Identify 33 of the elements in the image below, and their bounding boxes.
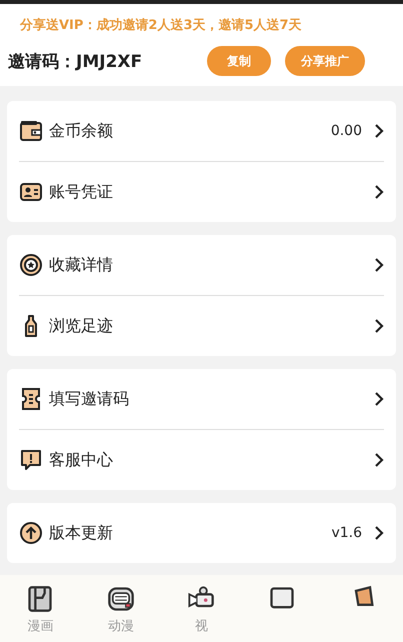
chevron-icon [374, 392, 384, 406]
wallet-icon [19, 119, 43, 143]
chevron-icon [374, 526, 384, 540]
promo-text: 分享送VIP：成功邀请2人送3天，邀请5人送7天 [18, 16, 303, 34]
menu-value: v1.6 [331, 525, 362, 541]
menu-label: 填写邀请码 [49, 388, 130, 410]
chevron-icon [374, 124, 384, 138]
menu-item[interactable]: 浏览足迹 [19, 295, 384, 356]
menu-item[interactable]: 填写邀请码 [19, 369, 384, 429]
chat-alert-icon [19, 448, 43, 472]
star-badge-icon [19, 253, 43, 277]
menu-label: 账号凭证 [49, 182, 114, 202]
chevron-icon [374, 258, 384, 272]
upload-icon [19, 521, 43, 545]
book-icon[interactable] [26, 585, 54, 613]
tv-icon[interactable] [106, 585, 135, 613]
menu-item[interactable]: 账号凭证 [19, 161, 384, 222]
menu-item[interactable]: 版本更新 v1.6 [19, 503, 384, 563]
id-card-icon [19, 180, 43, 204]
chevron-icon [374, 319, 384, 333]
chevron-icon [374, 453, 384, 467]
menu-item[interactable]: 金币余额 0.00 [19, 101, 384, 161]
menu-label: 金币余额 [49, 120, 114, 142]
menu-label: 收藏详情 [49, 254, 114, 276]
menu-item[interactable]: 客服中心 [19, 429, 384, 490]
ticket-icon [19, 387, 43, 411]
menu-label: 客服中心 [49, 450, 114, 470]
menu-item[interactable]: 收藏详情 [19, 235, 384, 295]
menu-value: 0.00 [330, 123, 362, 139]
chevron-icon [374, 185, 384, 199]
menu-label: 浏览足迹 [49, 316, 114, 336]
menu-label: 版本更新 [49, 522, 114, 544]
invite-code: 邀请码：JMJ2XF [8, 50, 144, 72]
